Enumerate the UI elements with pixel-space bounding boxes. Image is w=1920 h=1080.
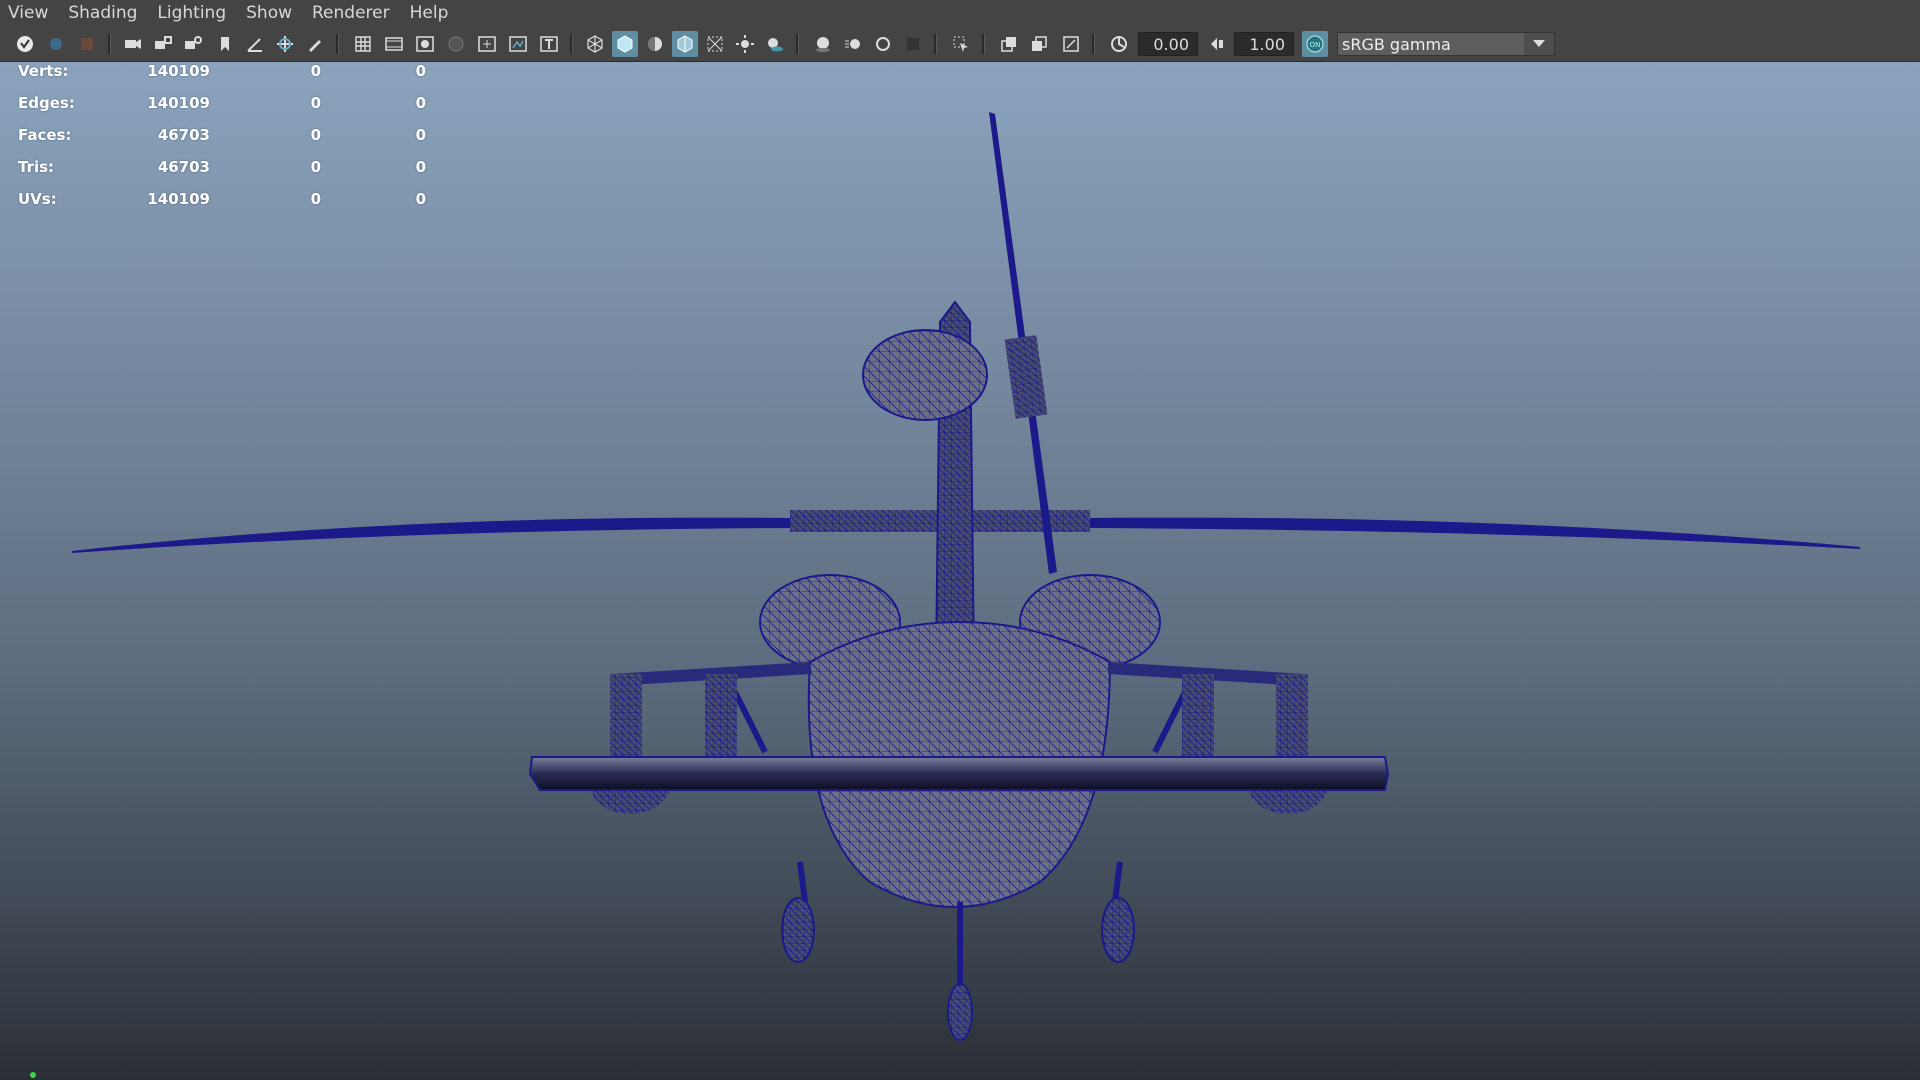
3d-viewport[interactable]: Verts: 140109 0 0 Edges: 140109 0 0 Face… — [0, 62, 1920, 1080]
menu-renderer[interactable]: Renderer — [304, 0, 402, 27]
grease-pencil-icon[interactable] — [242, 31, 268, 57]
depth-of-field-icon[interactable] — [900, 31, 926, 57]
wheel-right — [1101, 897, 1135, 963]
toolbar-separator — [1092, 34, 1095, 54]
pylon-1 — [610, 674, 642, 764]
horizontal-stabilizer — [528, 756, 1390, 791]
pylon-2 — [705, 674, 737, 764]
film-gate-icon[interactable] — [381, 31, 407, 57]
hud-value: 140109 — [147, 62, 210, 80]
menu-lighting[interactable]: Lighting — [149, 0, 238, 27]
poly-count-hud: Verts: 140109 0 0 Edges: 140109 0 0 Face… — [18, 62, 438, 222]
toolbar-separator — [570, 34, 573, 54]
tail-wheel — [947, 983, 973, 1041]
toolbar-separator — [934, 34, 937, 54]
xray-active-icon[interactable] — [1026, 31, 1052, 57]
hud-value: 0 — [310, 158, 321, 176]
menu-shading[interactable]: Shading — [60, 0, 149, 27]
hud-label: Faces: — [18, 126, 72, 144]
gamma-field[interactable]: 1.00 — [1234, 32, 1294, 56]
hud-value: 0 — [415, 126, 426, 144]
hud-value: 140109 — [147, 94, 210, 112]
hud-value: 0 — [310, 94, 321, 112]
hud-value: 0 — [415, 190, 426, 208]
color-management-icon[interactable]: ON — [1302, 31, 1328, 57]
tail-rotor-hub — [1004, 335, 1048, 419]
pylon-3 — [1182, 674, 1214, 764]
camera-attributes-icon[interactable] — [74, 31, 100, 57]
shadows-icon[interactable] — [762, 31, 788, 57]
hud-value: 0 — [415, 158, 426, 176]
hud-value: 0 — [310, 190, 321, 208]
color-space-dropdown[interactable]: sRGB gamma — [1337, 32, 1555, 56]
field-chart-icon[interactable] — [474, 31, 500, 57]
wireframe-on-shaded-icon[interactable] — [672, 31, 698, 57]
hud-row-faces: Faces: 46703 0 0 — [18, 126, 438, 158]
multisample-aa-icon[interactable] — [870, 31, 896, 57]
lighting-icon[interactable] — [732, 31, 758, 57]
tail-gearbox-dome — [862, 329, 988, 421]
hud-row-verts: Verts: 140109 0 0 — [18, 62, 438, 94]
toolbar-separator — [982, 34, 985, 54]
gate-mask-icon[interactable] — [443, 31, 469, 57]
gamma-icon[interactable] — [1204, 31, 1230, 57]
menu-show[interactable]: Show — [238, 0, 304, 27]
hud-row-edges: Edges: 140109 0 0 — [18, 94, 438, 126]
resolution-gate-icon[interactable] — [412, 31, 438, 57]
rotor-blade-left — [72, 517, 790, 553]
viewport-toolbar: 0.00 1.00 ON sRGB gamma — [0, 27, 1920, 62]
hud-label: UVs: — [18, 190, 57, 208]
menu-view[interactable]: View — [0, 0, 60, 27]
hud-row-tris: Tris: 46703 0 0 — [18, 158, 438, 190]
hud-value: 140109 — [147, 190, 210, 208]
wireframe-icon[interactable] — [582, 31, 608, 57]
lock-camera-icon[interactable] — [43, 31, 69, 57]
camera-lock-icon[interactable] — [150, 31, 176, 57]
toolbar-separator — [108, 34, 111, 54]
xray-icon[interactable] — [702, 31, 728, 57]
gear-strut-left — [797, 861, 808, 903]
wheel-left — [781, 897, 815, 963]
exposure-field[interactable]: 0.00 — [1138, 32, 1198, 56]
grid-icon[interactable] — [350, 31, 376, 57]
hud-row-uvs: UVs: 140109 0 0 — [18, 190, 438, 222]
hud-value: 0 — [415, 62, 426, 80]
smooth-shade-icon[interactable] — [612, 31, 638, 57]
select-camera-icon[interactable] — [12, 31, 38, 57]
hud-value: 0 — [310, 126, 321, 144]
viewport-menu-bar: View Shading Lighting Show Renderer Help — [0, 0, 1920, 27]
hud-value: 46703 — [157, 158, 210, 176]
rotor-blade-right — [1090, 517, 1860, 549]
view-axis-indicator — [30, 1072, 36, 1078]
hud-value: 0 — [310, 62, 321, 80]
menu-help[interactable]: Help — [402, 0, 461, 27]
safe-action-icon[interactable] — [505, 31, 531, 57]
safe-title-icon[interactable] — [536, 31, 562, 57]
pylon-4 — [1276, 674, 1308, 764]
pencil-icon[interactable] — [302, 31, 328, 57]
color-space-value: sRGB gamma — [1342, 35, 1451, 54]
motion-blur-icon[interactable] — [840, 31, 866, 57]
gear-strut-right — [1112, 861, 1123, 903]
exposure-icon[interactable] — [1106, 31, 1132, 57]
xray-joints-icon[interactable] — [996, 31, 1022, 57]
screen-space-ao-icon[interactable] — [810, 31, 836, 57]
hud-label: Verts: — [18, 62, 69, 80]
hud-label: Edges: — [18, 94, 75, 112]
hud-value: 0 — [415, 94, 426, 112]
chevron-down-icon[interactable] — [1524, 33, 1554, 55]
svg-text:ON: ON — [1310, 41, 1321, 49]
toolbar-separator — [336, 34, 339, 54]
isolate-select-icon[interactable] — [948, 31, 974, 57]
2d-pan-zoom-icon[interactable] — [272, 31, 298, 57]
toolbar-separator — [796, 34, 799, 54]
hud-label: Tris: — [18, 158, 55, 176]
hud-value: 46703 — [157, 126, 210, 144]
image-plane-icon[interactable] — [120, 31, 146, 57]
default-material-icon[interactable] — [642, 31, 668, 57]
bookmark-icon[interactable] — [212, 31, 238, 57]
backface-culling-icon[interactable] — [1058, 31, 1084, 57]
camera-bookmark-icon[interactable] — [180, 31, 206, 57]
